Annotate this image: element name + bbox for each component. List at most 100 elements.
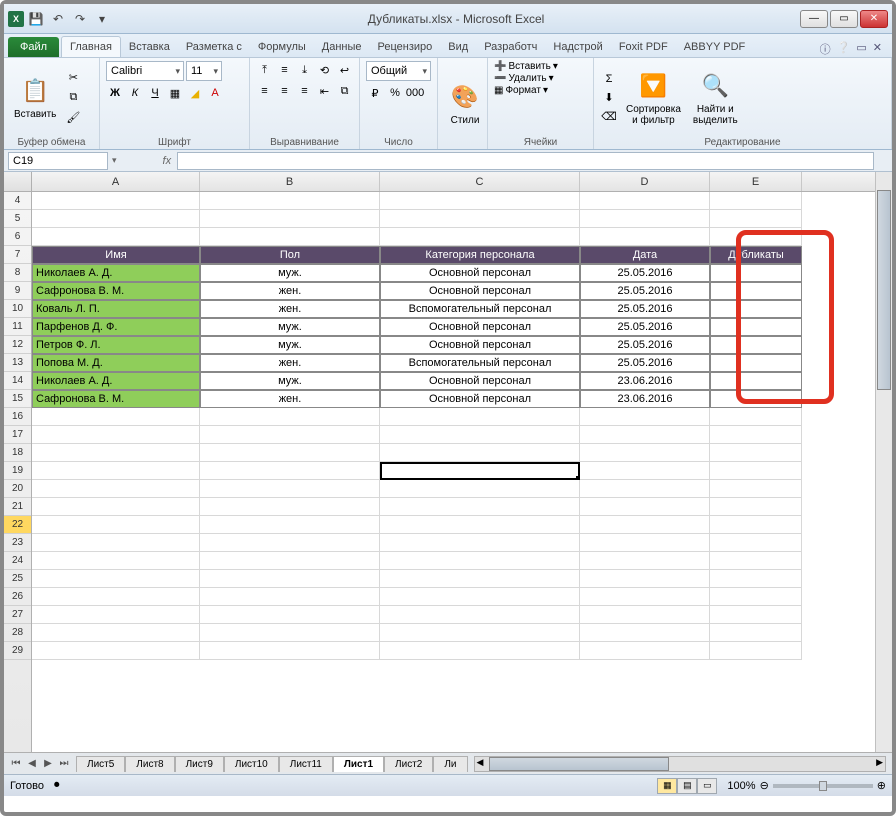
row-header-17[interactable]: 17: [4, 426, 31, 444]
row-header-22[interactable]: 22: [4, 516, 31, 534]
fill-icon[interactable]: ⬇: [600, 89, 618, 107]
cell-D5[interactable]: [580, 210, 710, 228]
ribbon-tab-ABBYY PDF[interactable]: ABBYY PDF: [676, 37, 754, 57]
autosum-icon[interactable]: Σ: [600, 70, 618, 88]
macro-record-icon[interactable]: ⏺: [54, 779, 60, 792]
cell-B10[interactable]: жен.: [200, 300, 380, 318]
cell-D18[interactable]: [580, 444, 710, 462]
cell-E5[interactable]: [710, 210, 802, 228]
ribbon-tab-Вид[interactable]: Вид: [440, 37, 476, 57]
cell-E22[interactable]: [710, 516, 802, 534]
styles-button[interactable]: 🎨 Стили: [444, 79, 486, 128]
cell-B14[interactable]: муж.: [200, 372, 380, 390]
cell-C26[interactable]: [380, 588, 580, 606]
view-page-break-icon[interactable]: ▭: [697, 778, 717, 794]
cell-A24[interactable]: [32, 552, 200, 570]
cell-C8[interactable]: Основной персонал: [380, 264, 580, 282]
row-header-25[interactable]: 25: [4, 570, 31, 588]
cell-A5[interactable]: [32, 210, 200, 228]
cell-C9[interactable]: Основной персонал: [380, 282, 580, 300]
cell-C21[interactable]: [380, 498, 580, 516]
cell-C18[interactable]: [380, 444, 580, 462]
insert-cells-button[interactable]: ➕Вставить ▾: [494, 61, 587, 72]
window-restore-icon[interactable]: ▭: [856, 41, 866, 57]
cell-C28[interactable]: [380, 624, 580, 642]
cell-E24[interactable]: [710, 552, 802, 570]
cell-D17[interactable]: [580, 426, 710, 444]
cell-A18[interactable]: [32, 444, 200, 462]
cell-A20[interactable]: [32, 480, 200, 498]
wrap-text-icon[interactable]: ↩: [336, 61, 354, 79]
cell-D22[interactable]: [580, 516, 710, 534]
copy-icon[interactable]: ⧉: [64, 89, 82, 107]
horizontal-scrollbar[interactable]: ◀ ▶: [474, 756, 887, 772]
cell-A19[interactable]: [32, 462, 200, 480]
cell-B22[interactable]: [200, 516, 380, 534]
row-header-4[interactable]: 4: [4, 192, 31, 210]
cell-D20[interactable]: [580, 480, 710, 498]
row-header-11[interactable]: 11: [4, 318, 31, 336]
cell-E18[interactable]: [710, 444, 802, 462]
row-header-16[interactable]: 16: [4, 408, 31, 426]
zoom-slider[interactable]: [773, 784, 873, 788]
sheet-tab-Лист9[interactable]: Лист9: [175, 756, 224, 772]
row-header-18[interactable]: 18: [4, 444, 31, 462]
cell-A11[interactable]: Парфенов Д. Ф.: [32, 318, 200, 336]
cell-D19[interactable]: [580, 462, 710, 480]
indent-dec-icon[interactable]: ⇤: [316, 82, 334, 100]
row-header-10[interactable]: 10: [4, 300, 31, 318]
cell-C20[interactable]: [380, 480, 580, 498]
cell-D4[interactable]: [580, 192, 710, 210]
cell-B20[interactable]: [200, 480, 380, 498]
maximize-button[interactable]: ▭: [830, 10, 858, 28]
font-family-combo[interactable]: Calibri: [106, 61, 184, 81]
row-header-13[interactable]: 13: [4, 354, 31, 372]
cell-A23[interactable]: [32, 534, 200, 552]
row-header-7[interactable]: 7: [4, 246, 31, 264]
scrollbar-thumb[interactable]: [489, 757, 669, 771]
ribbon-tab-Рецензиро[interactable]: Рецензиро: [370, 37, 441, 57]
sheet-prev-icon[interactable]: ◀: [24, 758, 40, 769]
cell-E21[interactable]: [710, 498, 802, 516]
row-header-8[interactable]: 8: [4, 264, 31, 282]
sheet-tab-Лист1[interactable]: Лист1: [333, 756, 384, 772]
cell-E25[interactable]: [710, 570, 802, 588]
qat-redo-icon[interactable]: ↷: [70, 9, 90, 29]
cell-D24[interactable]: [580, 552, 710, 570]
cell-A12[interactable]: Петров Ф. Л.: [32, 336, 200, 354]
cell-D21[interactable]: [580, 498, 710, 516]
ribbon-tab-Главная[interactable]: Главная: [61, 36, 121, 57]
cell-D14[interactable]: 23.06.2016: [580, 372, 710, 390]
currency-icon[interactable]: ₽: [366, 84, 384, 102]
cell-A6[interactable]: [32, 228, 200, 246]
scrollbar-thumb[interactable]: [877, 190, 891, 390]
find-select-button[interactable]: 🔍 Найти и выделить: [689, 68, 742, 128]
col-header-D[interactable]: D: [580, 172, 710, 191]
cell-C5[interactable]: [380, 210, 580, 228]
cell-E17[interactable]: [710, 426, 802, 444]
cell-E27[interactable]: [710, 606, 802, 624]
scroll-left-icon[interactable]: ◀: [477, 757, 484, 768]
cell-B7[interactable]: Пол: [200, 246, 380, 264]
cell-E15[interactable]: [710, 390, 802, 408]
help-icon[interactable]: ❔: [837, 41, 851, 57]
cell-C22[interactable]: [380, 516, 580, 534]
cell-A8[interactable]: Николаев А. Д.: [32, 264, 200, 282]
cell-C15[interactable]: Основной персонал: [380, 390, 580, 408]
cell-B5[interactable]: [200, 210, 380, 228]
view-normal-icon[interactable]: ▦: [657, 778, 677, 794]
ribbon-tab-Foxit PDF[interactable]: Foxit PDF: [611, 37, 676, 57]
zoom-out-icon[interactable]: ⊖: [760, 779, 769, 792]
fx-icon[interactable]: fx: [157, 155, 178, 167]
sheet-tab-Ли[interactable]: Ли: [433, 756, 467, 772]
cell-B21[interactable]: [200, 498, 380, 516]
cell-D15[interactable]: 23.06.2016: [580, 390, 710, 408]
qat-undo-icon[interactable]: ↶: [48, 9, 68, 29]
cell-A21[interactable]: [32, 498, 200, 516]
number-format-combo[interactable]: Общий: [366, 61, 431, 81]
row-header-21[interactable]: 21: [4, 498, 31, 516]
cell-E28[interactable]: [710, 624, 802, 642]
align-middle-icon[interactable]: ≡: [276, 61, 294, 79]
sheet-last-icon[interactable]: ⏭: [56, 758, 72, 769]
cell-C24[interactable]: [380, 552, 580, 570]
